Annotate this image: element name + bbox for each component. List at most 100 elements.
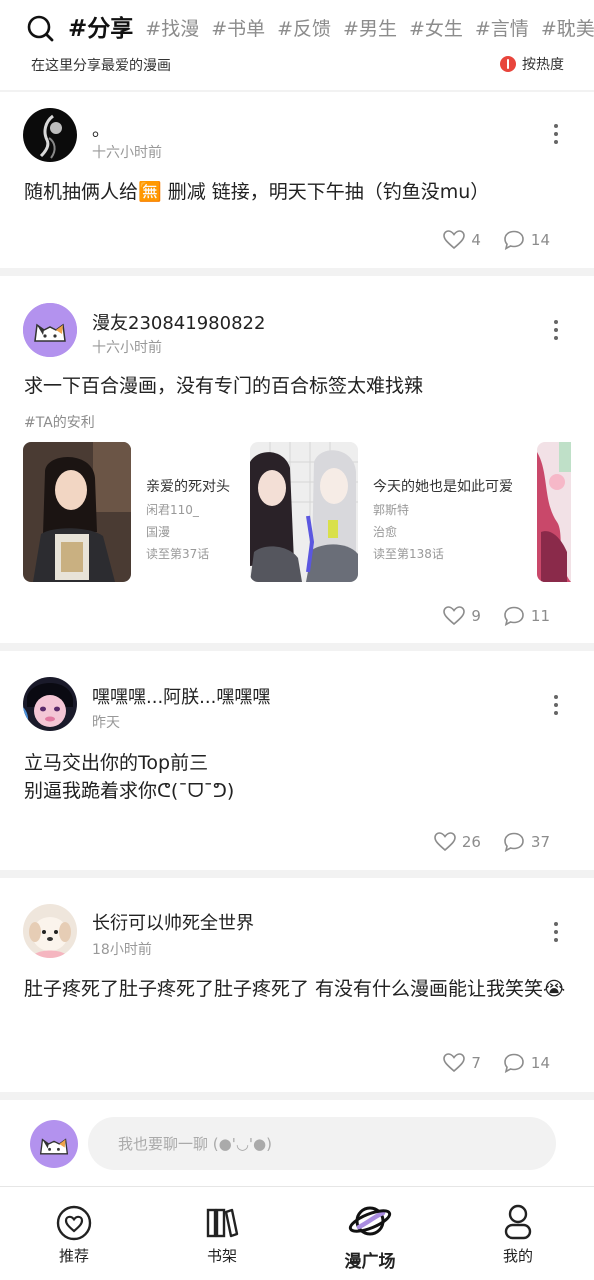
username[interactable]: 长衍可以帅死全世界 <box>92 909 254 935</box>
sort-by-hot-button[interactable]: 按热度 <box>500 54 564 74</box>
divider <box>0 268 594 276</box>
section-subtitle: 在这里分享最爱的漫画 <box>31 58 171 74</box>
comment-count: 14 <box>530 1054 550 1072</box>
comment-icon <box>504 230 524 250</box>
heart-icon <box>443 1053 466 1073</box>
nav-recommend[interactable]: 推荐 <box>0 1187 148 1280</box>
nav-label: 漫广场 <box>344 1252 396 1272</box>
comic-card[interactable]: 亲爱的死对头 闲君110_ 国漫 读至第37话 <box>23 442 253 582</box>
like-count: 9 <box>471 607 481 625</box>
avatar[interactable] <box>23 108 77 162</box>
comic-category: 治愈 <box>373 525 398 539</box>
post-time: 昨天 <box>92 715 120 731</box>
username[interactable]: 嘿嘿嘿...阿朕...嘿嘿嘿 <box>92 683 270 709</box>
like-count: 26 <box>461 833 481 851</box>
post-card[interactable]: 嘿嘿嘿...阿朕...嘿嘿嘿 昨天 立马交出你的Top前三 别逼我跪着求你ᕦ(¯… <box>0 651 594 870</box>
post-time: 18小时前 <box>92 942 152 958</box>
username[interactable]: 。 <box>92 116 110 142</box>
comment-icon <box>504 1053 524 1073</box>
tab-male[interactable]: #男生 <box>343 12 397 46</box>
comic-author: 郭斯特 <box>373 503 410 517</box>
post-card[interactable]: 漫友230841980822 十六小时前 求一下百合漫画，没有专门的百合标签太难… <box>0 276 594 643</box>
comment-count: 11 <box>530 607 550 625</box>
hot-icon <box>500 56 516 72</box>
comic-title: 今天的她也是如此可爱 <box>373 479 513 495</box>
comic-cover <box>250 442 358 582</box>
tab-feedback[interactable]: #反馈 <box>277 12 331 46</box>
avatar[interactable] <box>23 303 77 357</box>
divider <box>0 643 594 651</box>
nav-bookshelf[interactable]: 书架 <box>148 1187 296 1280</box>
comic-progress: 读至第37话 <box>146 547 210 561</box>
comment-count: 37 <box>530 833 550 851</box>
post-tag[interactable]: #TA的安利 <box>24 412 95 432</box>
post-stats: 26 37 <box>412 832 550 852</box>
heart-icon <box>443 230 466 250</box>
comic-cover <box>23 442 131 582</box>
nav-label: 推荐 <box>58 1247 89 1265</box>
tab-romance[interactable]: #言情 <box>475 12 529 46</box>
comic-info: 亲爱的死对头 闲君110_ 国漫 读至第37话 <box>146 476 256 562</box>
nav-mine[interactable]: 我的 <box>444 1187 592 1280</box>
more-dots-icon <box>554 124 558 128</box>
more-options-button[interactable] <box>554 695 560 719</box>
tab-share[interactable]: #分享 <box>68 12 133 46</box>
nav-label: 我的 <box>502 1247 533 1265</box>
nav-label: 书架 <box>206 1247 237 1265</box>
more-options-button[interactable] <box>554 320 560 344</box>
post-text[interactable]: 立马交出你的Top前三 别逼我跪着求你ᕦ(¯ᗜ¯ᕤ) <box>24 749 570 805</box>
post-stats: 7 14 <box>421 1053 550 1073</box>
comic-title: 亲爱的死对头 <box>146 479 230 495</box>
post-text[interactable]: 随机抽俩人给🈚 删减 链接，明天下午抽（钓鱼没mu） <box>24 178 570 206</box>
search-button[interactable] <box>26 14 56 44</box>
search-icon <box>27 15 54 42</box>
my-avatar[interactable] <box>30 1120 78 1168</box>
more-options-button[interactable] <box>554 922 560 946</box>
tab-female[interactable]: #女生 <box>409 12 463 46</box>
comic-card[interactable] <box>537 442 571 582</box>
tab-booklist[interactable]: #书单 <box>211 12 265 46</box>
comment-button[interactable]: 11 <box>503 606 550 626</box>
comment-composer <box>0 1100 594 1186</box>
top-bar: #分享 #找漫 #书单 #反馈 #男生 #女生 #言情 #耽美 在这里分享最爱的漫画 按热度 <box>0 0 594 90</box>
comment-button[interactable]: 14 <box>503 1053 550 1073</box>
like-button[interactable]: 9 <box>443 606 481 626</box>
post-stats: 9 11 <box>421 606 550 626</box>
like-button[interactable]: 4 <box>443 230 481 250</box>
comic-cover <box>537 442 571 582</box>
more-dots-icon <box>554 320 558 324</box>
post-card[interactable]: 长衍可以帅死全世界 18小时前 肚子疼死了肚子疼死了肚子疼死了 有没有什么漫画能… <box>0 878 594 1092</box>
post-text-line: 别逼我跪着求你ᕦ(¯ᗜ¯ᕤ) <box>24 780 235 802</box>
nav-comic-square[interactable]: 漫广场 <box>296 1187 444 1280</box>
avatar[interactable] <box>23 904 77 958</box>
like-count: 4 <box>471 231 481 249</box>
post-text[interactable]: 肚子疼死了肚子疼死了肚子疼死了 有没有什么漫画能让我笑笑😭 <box>24 975 574 1003</box>
comic-author: 闲君110_ <box>146 503 199 517</box>
post-card[interactable]: 。 十六小时前 随机抽俩人给🈚 删减 链接，明天下午抽（钓鱼没mu） 4 14 <box>0 92 594 268</box>
post-text[interactable]: 求一下百合漫画，没有专门的百合标签太难找辣 <box>24 372 570 400</box>
more-dots-icon <box>554 922 558 926</box>
divider <box>0 870 594 878</box>
comment-button[interactable]: 37 <box>503 832 550 852</box>
post-time: 十六小时前 <box>92 145 162 161</box>
bottom-nav: 推荐 书架 漫广场 我的 <box>0 1186 594 1280</box>
tab-find-comic[interactable]: #找漫 <box>145 12 199 46</box>
username[interactable]: 漫友230841980822 <box>92 309 265 335</box>
comment-button[interactable]: 14 <box>503 230 550 250</box>
comment-count: 14 <box>530 231 550 249</box>
books-icon <box>206 1208 239 1238</box>
tab-bl[interactable]: #耽美 <box>541 12 594 46</box>
post-stats: 4 14 <box>421 230 550 250</box>
like-button[interactable]: 7 <box>443 1053 481 1073</box>
topic-tabs: #分享 #找漫 #书单 #反馈 #男生 #女生 #言情 #耽美 <box>68 12 594 48</box>
like-button[interactable]: 26 <box>434 832 481 852</box>
planet-icon <box>348 1206 392 1236</box>
more-dots-icon <box>554 695 558 699</box>
comment-icon <box>504 832 524 852</box>
heart-icon <box>443 606 466 626</box>
more-options-button[interactable] <box>554 124 560 148</box>
avatar[interactable] <box>23 677 77 731</box>
like-count: 7 <box>471 1054 481 1072</box>
chat-input[interactable] <box>88 1117 556 1170</box>
comic-card[interactable]: 今天的她也是如此可爱 郭斯特 治愈 读至第138话 <box>250 442 534 582</box>
